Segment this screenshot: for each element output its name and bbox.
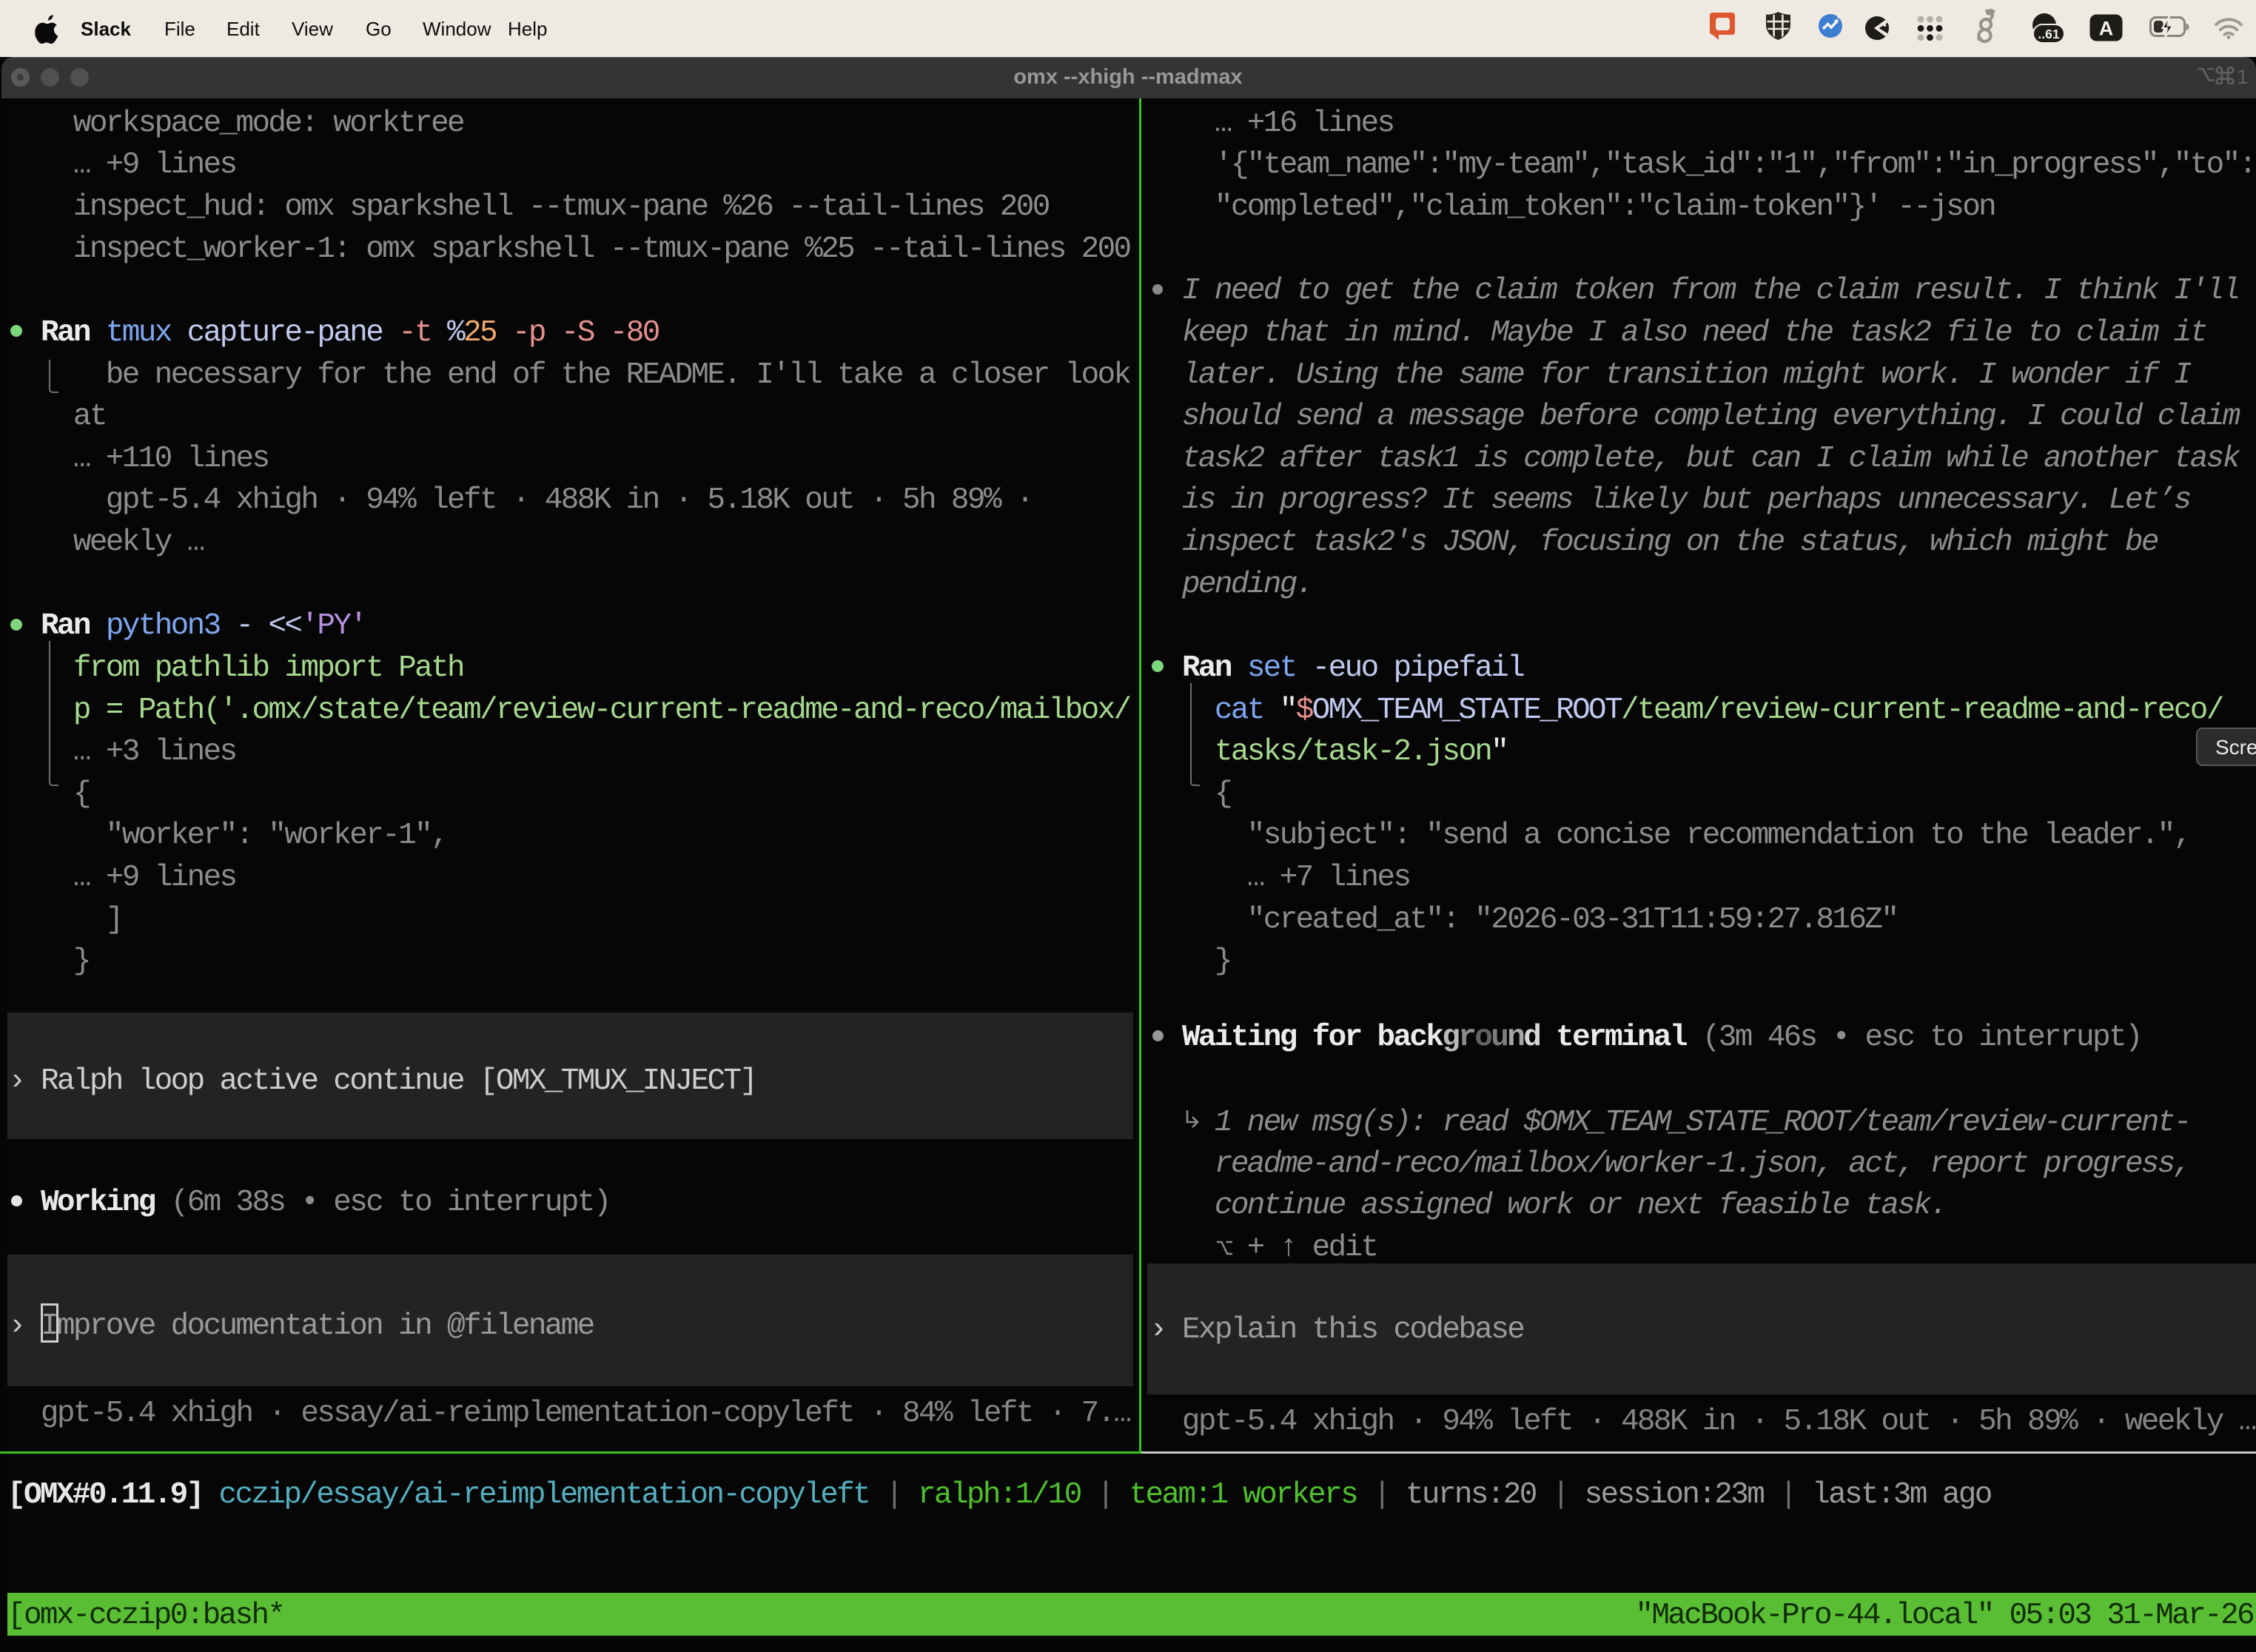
svg-text:..61: ..61 — [2038, 27, 2059, 41]
svg-text:A: A — [2099, 18, 2114, 40]
